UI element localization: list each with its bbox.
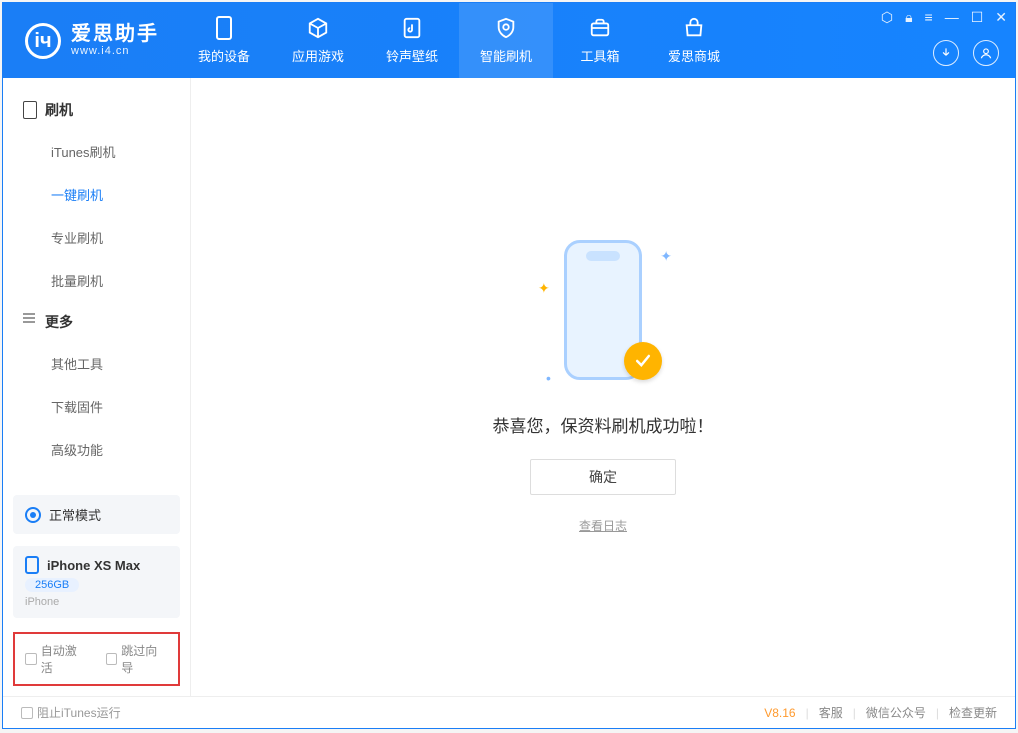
checkbox-label: 跳过向导 — [121, 642, 168, 676]
section-more: 更多 — [3, 302, 190, 342]
tab-label: 智能刷机 — [480, 46, 532, 65]
checkbox-icon — [25, 653, 37, 665]
top-tabs: 我的设备 应用游戏 铃声壁纸 智能刷机 — [177, 3, 741, 78]
checkbox-skip-guide[interactable]: 跳过向导 — [106, 642, 169, 676]
hamburger-icon — [23, 313, 37, 331]
tshirt-icon[interactable]: ⬡ — [881, 9, 893, 26]
device-info[interactable]: iPhone XS Max 256GB iPhone — [13, 546, 180, 618]
body: 刷机 iTunes刷机 一键刷机 专业刷机 批量刷机 更多 其他工具 下载固件 … — [3, 78, 1015, 696]
app-url: www.i4.cn — [71, 45, 159, 57]
mode-label: 正常模式 — [49, 505, 101, 524]
phone-icon — [25, 556, 39, 574]
sidebar-item-other[interactable]: 其他工具 — [3, 342, 190, 385]
toolbox-icon — [588, 16, 612, 40]
separator: | — [936, 706, 939, 720]
user-button[interactable] — [973, 40, 999, 66]
device-icon — [216, 16, 232, 40]
main-content: ✦ ✦ • 恭喜您，保资料刷机成功啦！ 确定 查看日志 — [191, 78, 1015, 696]
app-name: 爱思助手 — [71, 23, 159, 45]
maximize-icon[interactable]: ☐ — [971, 9, 984, 26]
logo-icon: iч — [25, 23, 61, 59]
tab-label: 应用游戏 — [292, 46, 344, 65]
sidebar-item-advanced[interactable]: 高级功能 — [3, 428, 190, 471]
device-type: iPhone — [25, 596, 59, 608]
section-title: 更多 — [45, 312, 73, 332]
tab-device[interactable]: 我的设备 — [177, 3, 271, 78]
sidebar-item-oneclick[interactable]: 一键刷机 — [3, 173, 190, 216]
mode-icon — [25, 507, 41, 523]
app-window: iч 爱思助手 www.i4.cn 我的设备 应用游戏 铃声壁纸 — [2, 2, 1016, 729]
download-button[interactable] — [933, 40, 959, 66]
confirm-button[interactable]: 确定 — [530, 459, 676, 495]
footer-link-wechat[interactable]: 微信公众号 — [866, 704, 926, 721]
storage-badge: 256GB — [25, 578, 79, 592]
section-flash: 刷机 — [3, 90, 190, 130]
minimize-icon[interactable]: — — [945, 9, 959, 26]
music-file-icon — [400, 16, 424, 40]
separator: | — [806, 706, 809, 720]
phone-icon — [23, 101, 37, 119]
success-check-icon — [624, 342, 662, 380]
menu-icon[interactable]: ≡ — [925, 9, 933, 26]
checkbox-auto-activate[interactable]: 自动激活 — [25, 642, 88, 676]
header-actions — [933, 40, 999, 66]
tab-label: 我的设备 — [198, 46, 250, 65]
tab-label: 爱思商城 — [668, 46, 720, 65]
success-message: 恭喜您，保资料刷机成功啦！ — [493, 412, 714, 437]
sidebar-item-pro[interactable]: 专业刷机 — [3, 216, 190, 259]
tab-label: 铃声壁纸 — [386, 46, 438, 65]
tab-ringtone[interactable]: 铃声壁纸 — [365, 3, 459, 78]
section-title: 刷机 — [45, 100, 73, 120]
header: iч 爱思助手 www.i4.cn 我的设备 应用游戏 铃声壁纸 — [3, 3, 1015, 78]
footer-link-service[interactable]: 客服 — [819, 704, 843, 721]
shield-icon — [494, 16, 518, 40]
checkbox-label: 自动激活 — [41, 642, 88, 676]
sidebar-item-firmware[interactable]: 下载固件 — [3, 385, 190, 428]
success-illustration: ✦ ✦ • — [538, 240, 668, 390]
bottom-options-highlight: 自动激活 跳过向导 — [13, 632, 180, 686]
device-mode[interactable]: 正常模式 — [13, 495, 180, 534]
cube-icon — [306, 16, 330, 40]
separator: | — [853, 706, 856, 720]
checkbox-stop-itunes[interactable]: 阻止iTunes运行 — [21, 704, 121, 721]
tab-flash[interactable]: 智能刷机 — [459, 3, 553, 78]
version-label: V8.16 — [764, 706, 795, 720]
tab-tools[interactable]: 工具箱 — [553, 3, 647, 78]
close-icon[interactable]: ✕ — [995, 9, 1007, 26]
checkbox-icon — [21, 707, 33, 719]
footer-link-update[interactable]: 检查更新 — [949, 704, 997, 721]
lock-icon[interactable]: 🔒︎ — [905, 9, 912, 26]
checkbox-icon — [106, 653, 118, 665]
logo: iч 爱思助手 www.i4.cn — [3, 23, 177, 59]
device-name: iPhone XS Max — [47, 558, 140, 573]
store-icon — [682, 16, 706, 40]
tab-apps[interactable]: 应用游戏 — [271, 3, 365, 78]
tab-store[interactable]: 爱思商城 — [647, 3, 741, 78]
sidebar-item-batch[interactable]: 批量刷机 — [3, 259, 190, 302]
tab-label: 工具箱 — [580, 46, 619, 65]
sidebar-item-itunes[interactable]: iTunes刷机 — [3, 130, 190, 173]
view-log-link[interactable]: 查看日志 — [579, 517, 627, 534]
checkbox-label: 阻止iTunes运行 — [37, 704, 121, 721]
footer: 阻止iTunes运行 V8.16 | 客服 | 微信公众号 | 检查更新 — [3, 696, 1015, 728]
sidebar: 刷机 iTunes刷机 一键刷机 专业刷机 批量刷机 更多 其他工具 下载固件 … — [3, 78, 191, 696]
window-controls: ⬡ 🔒︎ ≡ — ☐ ✕ — [881, 9, 1007, 26]
